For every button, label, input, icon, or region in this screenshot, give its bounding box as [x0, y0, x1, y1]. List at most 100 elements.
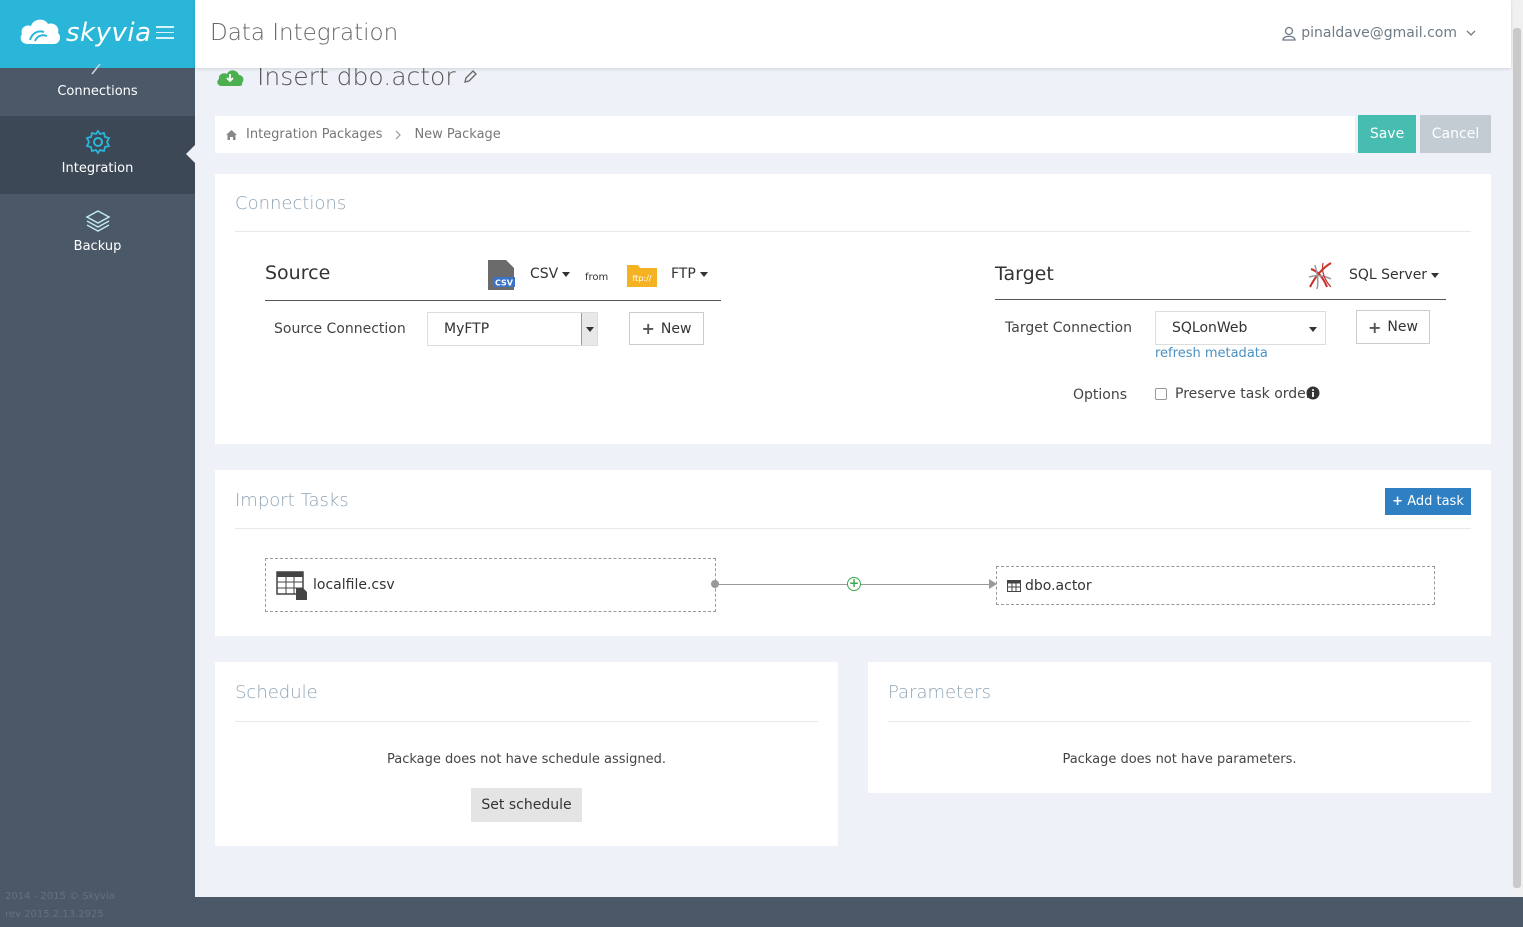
caret-down-icon	[1309, 327, 1317, 332]
sidebar: skyvia Connections Integration Backup 20…	[0, 0, 195, 927]
top-header: Data Integration pinaldave@gmail.com	[195, 0, 1511, 68]
info-icon[interactable]	[1306, 386, 1320, 400]
source-underline	[265, 300, 721, 301]
sidebar-item-label: Connections	[57, 84, 138, 99]
source-task-box[interactable]: localfile.csv	[265, 558, 716, 612]
sidebar-item-label: Integration	[61, 161, 134, 176]
copyright: 2014 - 2015 © Skyvia rev 2015.2.13.2925	[5, 888, 115, 924]
target-type-label: SQL Server	[1349, 267, 1428, 283]
target-task-box[interactable]: dbo.actor	[996, 566, 1435, 605]
new-target-connection-button[interactable]: + New	[1356, 310, 1430, 344]
ftp-icon-label: ftp://	[633, 274, 652, 283]
parameters-panel: Parameters Package does not have paramet…	[868, 662, 1491, 793]
vertical-scrollbar[interactable]	[1511, 0, 1523, 897]
import-tasks-title: Import Tasks	[235, 490, 349, 511]
source-protocol-dropdown[interactable]: FTP	[671, 266, 708, 282]
scrollbar-thumb[interactable]	[1513, 28, 1521, 888]
target-connection-label: Target Connection	[1005, 320, 1132, 336]
home-icon[interactable]	[225, 129, 238, 141]
from-label: from	[585, 272, 609, 283]
set-schedule-button[interactable]: Set schedule	[471, 788, 582, 822]
pencil-icon	[91, 64, 101, 75]
new-button-label: New	[660, 320, 692, 337]
caret-down-icon	[1431, 272, 1440, 278]
sidebar-item-integration[interactable]: Integration	[0, 116, 195, 194]
source-protocol-label: FTP	[671, 266, 696, 282]
new-source-connection-button[interactable]: + New	[629, 312, 704, 345]
divider	[235, 721, 818, 722]
target-underline	[995, 299, 1446, 300]
csv-file-icon: CSV	[488, 260, 515, 290]
target-heading: Target	[995, 263, 1054, 285]
active-nav-indicator	[186, 145, 195, 163]
connector-start-dot	[711, 580, 719, 588]
add-task-button[interactable]: + Add task	[1385, 488, 1471, 515]
parameters-title: Parameters	[888, 682, 992, 703]
bottom-strip	[195, 897, 1523, 927]
main-content: Insert dbo.actor Integration Packages Ne…	[195, 62, 1511, 897]
refresh-metadata-link[interactable]: refresh metadata	[1155, 346, 1268, 361]
import-tasks-panel: Import Tasks + Add task localfile.csv +	[215, 470, 1491, 636]
schedule-panel: Schedule Package does not have schedule …	[215, 662, 838, 846]
sql-server-icon	[1308, 262, 1332, 290]
preserve-task-order-checkbox[interactable]	[1155, 388, 1167, 400]
breadcrumb: Integration Packages New Package	[215, 116, 1355, 153]
schedule-title: Schedule	[235, 682, 318, 703]
source-heading: Source	[265, 262, 331, 284]
save-button[interactable]: Save	[1358, 115, 1416, 153]
parameters-message: Package does not have parameters.	[1062, 752, 1297, 767]
plus-icon: +	[1392, 494, 1404, 509]
source-format-label: CSV	[530, 266, 559, 282]
new-button-label: New	[1387, 319, 1418, 335]
source-connection-value: MyFTP	[444, 321, 490, 337]
add-task-label: Add task	[1407, 494, 1464, 509]
csv-table-icon	[276, 571, 307, 600]
cancel-button[interactable]: Cancel	[1420, 115, 1491, 153]
sidebar-item-connections[interactable]: Connections	[0, 64, 195, 116]
plus-icon: +	[1368, 317, 1382, 337]
gear-icon	[85, 129, 110, 155]
cloud-logo-icon	[20, 19, 61, 44]
header-title: Data Integration	[210, 20, 399, 46]
edit-pencil-icon[interactable]	[462, 69, 478, 85]
target-type-dropdown[interactable]: SQL Server	[1349, 267, 1440, 283]
target-task-label: dbo.actor	[1025, 577, 1092, 594]
select-arrow[interactable]	[581, 313, 597, 345]
target-connection-value: SQLonWeb	[1172, 320, 1248, 336]
table-icon	[1007, 579, 1021, 592]
connections-title: Connections	[235, 193, 347, 214]
options-label: Options	[1073, 387, 1128, 403]
caret-down-icon	[699, 271, 708, 277]
logo-text: skyvia	[66, 18, 152, 48]
divider	[235, 528, 1471, 529]
divider	[888, 721, 1471, 722]
caret-down-icon	[585, 326, 594, 332]
source-connection-label: Source Connection	[274, 321, 406, 337]
source-connection-select[interactable]: MyFTP	[427, 312, 598, 346]
breadcrumb-item-new-package: New Package	[414, 127, 501, 142]
chevron-down-icon	[1466, 30, 1476, 36]
preserve-task-order-label[interactable]: Preserve task order	[1175, 386, 1312, 402]
sidebar-item-backup[interactable]: Backup	[0, 194, 195, 272]
source-format-dropdown[interactable]: CSV	[530, 266, 571, 282]
csv-icon-label: CSV	[495, 279, 514, 288]
user-menu[interactable]: pinaldave@gmail.com	[1282, 25, 1476, 41]
add-mapping-plus-icon[interactable]: +	[847, 577, 861, 591]
connections-panel: Connections Source CSV CSV from ftp:// F…	[215, 174, 1491, 444]
source-task-label: localfile.csv	[313, 577, 395, 593]
cloud-import-icon	[217, 69, 244, 86]
sidebar-item-label: Backup	[73, 239, 122, 254]
breadcrumb-item-integration-packages[interactable]: Integration Packages	[246, 127, 382, 142]
logo-bar: skyvia	[0, 0, 195, 68]
layers-icon	[84, 210, 111, 232]
revision-text: rev 2015.2.13.2925	[5, 909, 104, 920]
user-icon	[1282, 26, 1296, 41]
copyright-text: 2014 - 2015 © Skyvia	[5, 891, 115, 902]
user-email: pinaldave@gmail.com	[1301, 25, 1457, 41]
menu-toggle-icon[interactable]	[156, 26, 174, 40]
target-connection-select[interactable]: SQLonWeb	[1155, 311, 1326, 345]
plus-icon: +	[641, 319, 655, 338]
schedule-message: Package does not have schedule assigned.	[387, 752, 666, 767]
chevron-right-icon	[396, 130, 402, 139]
divider	[235, 231, 1471, 232]
